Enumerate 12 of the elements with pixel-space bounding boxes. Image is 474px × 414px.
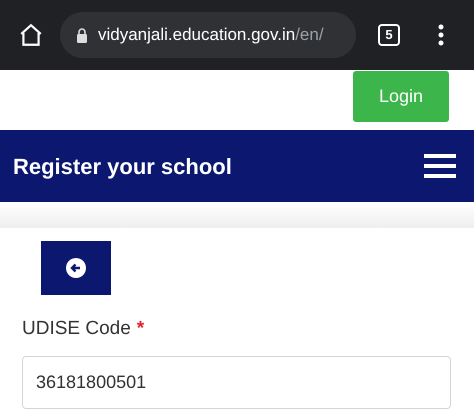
home-icon[interactable] [18,22,44,48]
menu-icon[interactable] [424,154,456,178]
menu-icon[interactable] [438,24,444,46]
lock-icon [76,28,88,42]
page-title: Register your school [13,152,232,181]
back-button[interactable] [41,241,111,295]
required-mark: * [136,317,144,341]
tab-count-button[interactable]: 5 [378,24,400,46]
address-bar[interactable]: vidyanjali.education.gov.in/en/ [60,12,356,58]
input-field[interactable]: 36181800501 [22,356,451,408]
field-label: UDISE Code [22,317,131,341]
url-text: vidyanjali.education.gov.in/en/ [98,24,324,46]
